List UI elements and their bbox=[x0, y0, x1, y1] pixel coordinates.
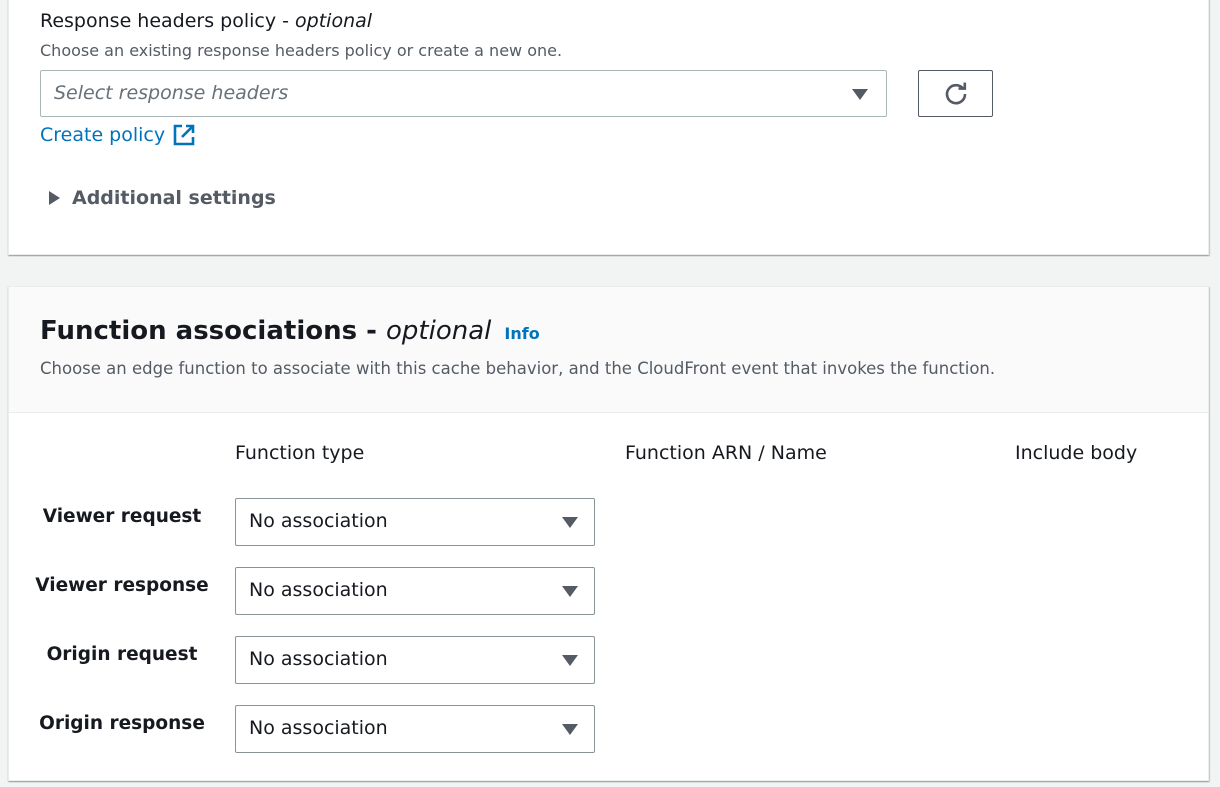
viewer-request-function-type-select[interactable]: No association bbox=[235, 498, 595, 546]
create-policy-link[interactable]: Create policy bbox=[40, 124, 195, 146]
info-link[interactable]: Info bbox=[504, 324, 539, 343]
caret-down-icon bbox=[562, 586, 578, 597]
function-associations-panel: Function associations - optional Info Ch… bbox=[8, 286, 1209, 781]
row-label-viewer-response: Viewer response bbox=[35, 575, 209, 596]
origin-request-function-type-select[interactable]: No association bbox=[235, 636, 595, 684]
caret-down-icon bbox=[852, 89, 868, 100]
column-header-function-arn: Function ARN / Name bbox=[625, 442, 827, 464]
column-header-function-type: Function type bbox=[235, 442, 365, 464]
function-associations-description: Choose an edge function to associate wit… bbox=[40, 359, 996, 378]
response-headers-panel: Response headers policy - optional Choos… bbox=[8, 0, 1209, 255]
response-headers-select[interactable]: Select response headers bbox=[40, 70, 887, 117]
response-headers-description: Choose an existing response headers poli… bbox=[40, 41, 563, 60]
column-header-include-body: Include body bbox=[1015, 442, 1138, 464]
additional-settings-label: Additional settings bbox=[72, 187, 276, 209]
response-headers-placeholder: Select response headers bbox=[54, 82, 289, 104]
select-value: No association bbox=[249, 579, 388, 601]
refresh-button[interactable] bbox=[918, 70, 993, 117]
select-value: No association bbox=[249, 510, 388, 532]
caret-down-icon bbox=[562, 724, 578, 735]
caret-down-icon bbox=[562, 655, 578, 666]
row-label-origin-request: Origin request bbox=[46, 644, 198, 665]
select-value: No association bbox=[249, 717, 388, 739]
row-label-origin-response: Origin response bbox=[39, 713, 205, 734]
viewer-response-function-type-select[interactable]: No association bbox=[235, 567, 595, 615]
origin-response-function-type-select[interactable]: No association bbox=[235, 705, 595, 753]
response-headers-label: Response headers policy - optional bbox=[40, 10, 373, 32]
function-associations-title: Function associations - optional Info bbox=[40, 316, 540, 346]
create-policy-label: Create policy bbox=[40, 124, 166, 146]
function-associations-header: Function associations - optional Info Ch… bbox=[9, 287, 1208, 413]
refresh-icon bbox=[945, 82, 966, 104]
additional-settings-toggle[interactable]: Additional settings bbox=[49, 187, 276, 209]
caret-right-icon bbox=[49, 191, 60, 205]
row-label-viewer-request: Viewer request bbox=[42, 506, 202, 527]
caret-down-icon bbox=[562, 517, 578, 528]
select-value: No association bbox=[249, 648, 388, 670]
external-link-icon bbox=[173, 124, 195, 146]
